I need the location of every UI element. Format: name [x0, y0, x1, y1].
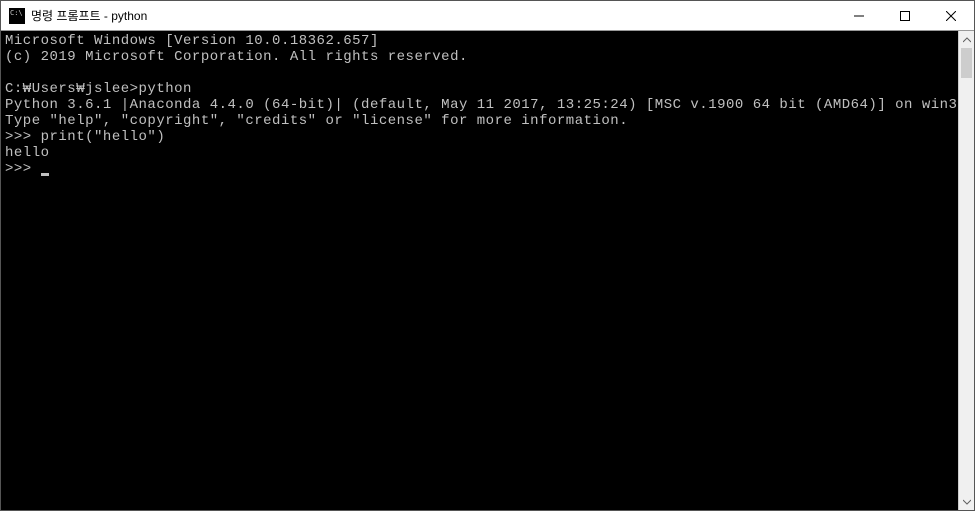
chevron-down-icon	[963, 498, 971, 506]
vertical-scrollbar[interactable]	[958, 31, 974, 510]
close-button[interactable]	[928, 1, 974, 30]
scrollbar-thumb[interactable]	[961, 48, 972, 78]
maximize-icon	[900, 11, 910, 21]
minimize-button[interactable]	[836, 1, 882, 30]
titlebar[interactable]: 명령 프롬프트 - python	[1, 1, 974, 31]
content-area: Microsoft Windows [Version 10.0.18362.65…	[1, 31, 974, 510]
chevron-up-icon	[963, 36, 971, 44]
scrollbar-track[interactable]	[959, 48, 974, 493]
terminal-output[interactable]: Microsoft Windows [Version 10.0.18362.65…	[1, 31, 958, 510]
cmd-icon	[9, 8, 25, 24]
command-prompt-window: 명령 프롬프트 - python Microsoft Windows [Vers…	[0, 0, 975, 511]
scroll-up-button[interactable]	[959, 31, 974, 48]
scroll-down-button[interactable]	[959, 493, 974, 510]
minimize-icon	[854, 11, 864, 21]
window-title: 명령 프롬프트 - python	[31, 7, 836, 24]
maximize-button[interactable]	[882, 1, 928, 30]
close-icon	[946, 11, 956, 21]
window-controls	[836, 1, 974, 30]
